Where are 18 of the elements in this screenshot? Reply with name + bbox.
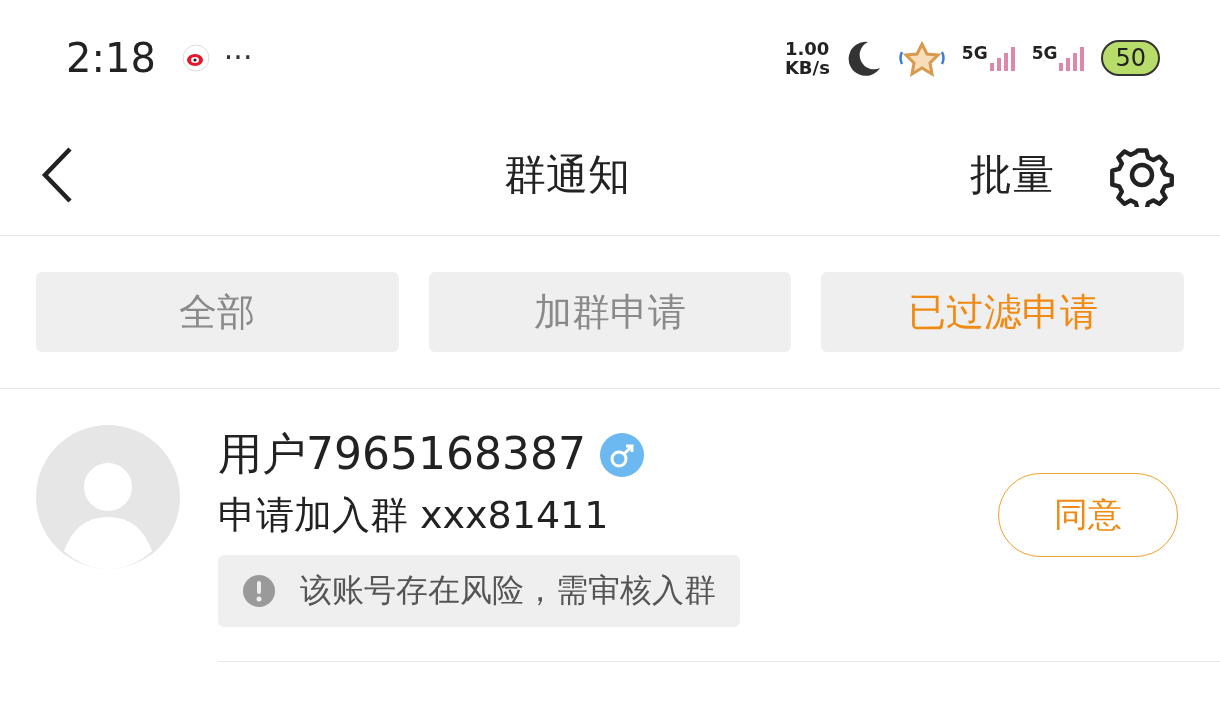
- more-notifications: ···: [223, 40, 253, 75]
- page-title: 群通知: [503, 149, 631, 201]
- battery-indicator: 50: [1101, 39, 1160, 76]
- user-name: 用户7965168387: [218, 427, 586, 481]
- warning-text: 该账号存在风险，需审核入群: [300, 570, 716, 611]
- request-message: 申请加入群 xxx81411: [218, 492, 609, 539]
- back-button[interactable]: [40, 145, 74, 205]
- app-notification-icon: [181, 43, 210, 72]
- network-type: 5G: [1031, 42, 1058, 63]
- network-type: 5G: [961, 42, 988, 63]
- warning-icon: [242, 574, 276, 608]
- status-time: 2:18: [66, 34, 156, 81]
- filter-tab[interactable]: 加群申请: [428, 272, 792, 352]
- back-icon: [40, 145, 74, 205]
- filter-tab[interactable]: 已过滤申请: [821, 272, 1184, 352]
- batch-button[interactable]: 批量: [970, 147, 1054, 203]
- network-speed: 1.00 KB/s: [784, 38, 830, 77]
- filter-tab[interactable]: 全部: [36, 272, 399, 352]
